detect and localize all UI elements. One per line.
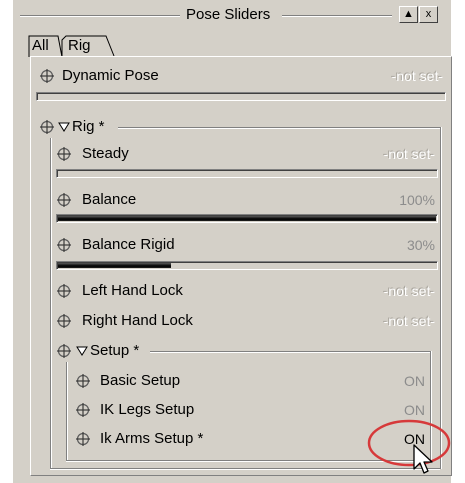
move-cross-icon[interactable] [76, 374, 90, 388]
dynamic-pose-label: Dynamic Pose [62, 67, 159, 84]
balance-slider-fill [58, 216, 436, 221]
highlight-ellipse [367, 419, 451, 467]
rig-group-frame-left [50, 138, 52, 468]
move-cross-icon[interactable] [57, 238, 71, 252]
move-cross-icon[interactable] [76, 432, 90, 446]
rig-group-frame-top [118, 127, 440, 129]
right-hand-lock-label: Right Hand Lock [82, 312, 193, 329]
balance-rigid-label: Balance Rigid [82, 236, 175, 253]
balance-status: 100% [399, 192, 435, 208]
setup-group-frame-left [66, 362, 68, 460]
title-bar: Pose Sliders ▲ x [20, 6, 445, 24]
steady-label: Steady [82, 145, 129, 162]
move-cross-icon[interactable] [76, 403, 90, 417]
title-groove-left [20, 15, 180, 17]
close-button[interactable]: x [419, 6, 438, 23]
setup-group-label: Setup * [90, 342, 140, 359]
title-groove-right [282, 15, 392, 17]
move-cross-icon[interactable] [40, 69, 54, 83]
tab-all[interactable]: All [32, 36, 49, 56]
steady-status: -not set- [383, 146, 435, 162]
move-cross-icon[interactable] [57, 147, 71, 161]
mouse-pointer-icon [413, 444, 433, 474]
tab-rig[interactable]: Rig [68, 36, 91, 56]
move-cross-icon[interactable] [57, 193, 71, 207]
basic-setup-status[interactable]: ON [350, 370, 425, 392]
basic-setup-label: Basic Setup [100, 372, 181, 389]
triangle-down-icon[interactable] [76, 346, 88, 356]
triangle-down-icon[interactable] [58, 122, 70, 132]
balance-label: Balance [82, 191, 137, 208]
window-title: Pose Sliders [186, 6, 271, 23]
move-cross-icon[interactable] [57, 344, 71, 358]
move-cross-icon[interactable] [57, 314, 71, 328]
steady-slider[interactable] [56, 169, 438, 178]
balance-rigid-slider-fill [58, 263, 171, 268]
move-cross-icon[interactable] [57, 284, 71, 298]
dynamic-pose-status: -not set- [391, 68, 443, 84]
ik-legs-setup-label: IK Legs Setup [100, 401, 195, 418]
left-hand-lock-label: Left Hand Lock [82, 282, 183, 299]
right-hand-lock-status: -not set- [383, 313, 435, 329]
rig-group-label: Rig * [72, 118, 105, 135]
minimize-button[interactable]: ▲ [399, 6, 418, 23]
move-cross-icon[interactable] [40, 120, 54, 134]
balance-rigid-slider[interactable] [56, 261, 438, 270]
balance-rigid-status: 30% [406, 237, 435, 253]
balance-slider[interactable] [56, 214, 438, 223]
left-hand-lock-status: -not set- [383, 283, 435, 299]
ik-arms-setup-label: Ik Arms Setup * [100, 430, 204, 447]
setup-group-frame-top [150, 351, 430, 353]
dynamic-pose-slider[interactable] [36, 92, 446, 101]
